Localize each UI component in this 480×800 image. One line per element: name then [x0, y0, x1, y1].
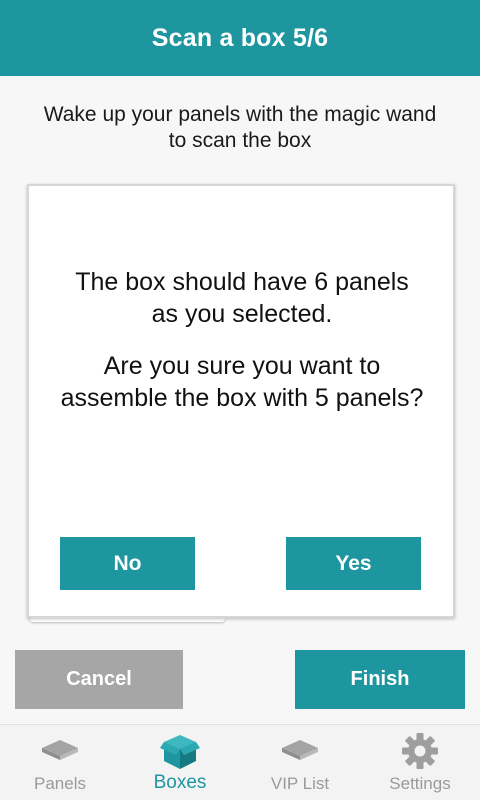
nav-item-vip-list[interactable]: VIP List [240, 725, 360, 800]
app-bar: Scan a box 5/6 [0, 0, 480, 76]
nav-label-boxes: Boxes [153, 772, 207, 793]
nav-label-panels: Panels [34, 774, 86, 793]
yes-button[interactable]: Yes [286, 537, 421, 590]
finish-button[interactable]: Finish [295, 650, 465, 709]
nav-label-vip-list: VIP List [270, 774, 330, 793]
instruction-text: Wake up your panels with the magic wand … [43, 103, 437, 152]
content-area: Wake up your panels with the magic wand … [0, 76, 480, 724]
bottom-nav: Panels Boxes VIP List Settings [0, 724, 480, 800]
dialog-message: The box should have 6 panels as you sele… [75, 268, 409, 328]
panel-icon [40, 733, 80, 769]
box-icon [160, 733, 200, 769]
dialog-question: Are you sure you want to assemble the bo… [60, 352, 424, 412]
nav-item-panels[interactable]: Panels [0, 725, 120, 800]
nav-label-settings: Settings [389, 774, 451, 793]
page-title: Scan a box 5/6 [151, 23, 329, 52]
confirm-dialog: The box should have 6 panels as you sele… [27, 184, 455, 618]
no-button[interactable]: No [60, 537, 195, 590]
gear-icon [400, 733, 440, 769]
vip-list-icon [280, 733, 320, 769]
nav-item-settings[interactable]: Settings [360, 725, 480, 800]
nav-item-boxes[interactable]: Boxes [120, 725, 240, 800]
cancel-button[interactable]: Cancel [15, 650, 183, 709]
